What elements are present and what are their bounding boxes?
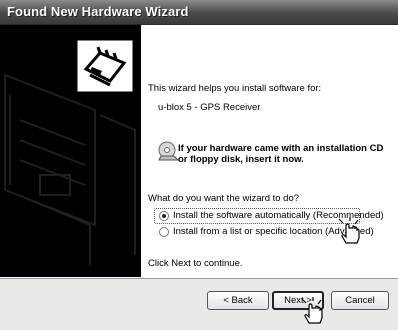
wizard-side-panel: [0, 25, 141, 277]
hand-cursor-icon: [301, 297, 323, 324]
radio-button-automatic[interactable]: [159, 211, 169, 221]
window-title: Found New Hardware Wizard: [7, 4, 189, 19]
device-name: u-blox 5 - GPS Receiver: [158, 102, 261, 113]
wizard-window: Found New Hardware Wizard This wizard he…: [0, 0, 398, 330]
cd-icon: [158, 141, 180, 161]
notice-line-1: If your hardware came with an installati…: [178, 143, 384, 154]
cancel-button[interactable]: Cancel: [331, 291, 389, 310]
radio-button-advanced[interactable]: [159, 227, 169, 237]
hardware-illustration: [0, 25, 141, 277]
insert-disk-notice: If your hardware came with an installati…: [178, 143, 383, 165]
hand-cursor-icon: [338, 217, 360, 244]
intro-text: This wizard helps you install software f…: [148, 83, 322, 94]
radio-selected-dot: [162, 214, 166, 218]
question-text: What do you want the wizard to do?: [148, 193, 300, 204]
notice-line-2: or floppy disk, insert it now.: [178, 154, 304, 165]
title-bar[interactable]: Found New Hardware Wizard: [0, 0, 398, 25]
back-button[interactable]: < Back: [207, 291, 269, 310]
continue-hint: Click Next to continue.: [148, 258, 243, 269]
